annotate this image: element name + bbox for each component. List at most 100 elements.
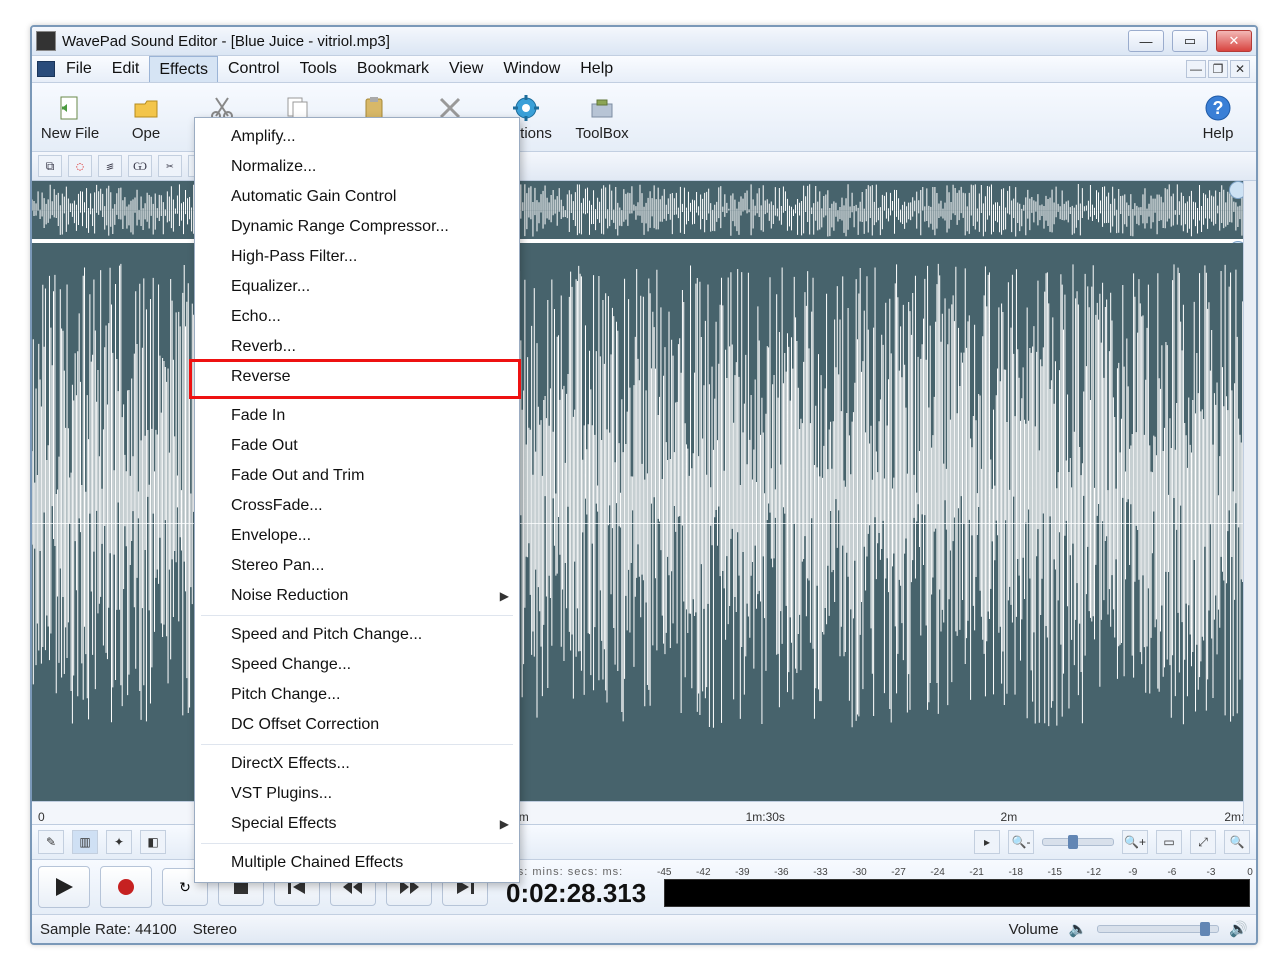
zoom-sel-icon[interactable]: ⤢ (1190, 830, 1216, 854)
toolbox-icon (587, 93, 617, 123)
tool-icon[interactable]: ꠵ (98, 155, 122, 177)
effects-item[interactable]: VST Plugins... (195, 779, 519, 809)
meter-tick: -6 (1167, 867, 1176, 878)
tool-icon[interactable]: ⧉ (38, 155, 62, 177)
meter-tick: -39 (735, 867, 749, 878)
effects-item[interactable]: Special Effects▶ (195, 809, 519, 839)
cursor-tool-icon[interactable]: ✎ (38, 830, 64, 854)
system-menu-icon[interactable] (36, 56, 56, 82)
effects-item[interactable]: Pitch Change... (195, 680, 519, 710)
effects-item[interactable]: Equalizer... (195, 272, 519, 302)
effects-item[interactable]: DC Offset Correction (195, 710, 519, 740)
meter-tick: -3 (1206, 867, 1215, 878)
svg-text:?: ? (1213, 98, 1224, 118)
app-window: WavePad Sound Editor - [Blue Juice - vit… (30, 25, 1258, 945)
menu-help[interactable]: Help (570, 56, 623, 82)
effects-item[interactable]: Reverb... (195, 332, 519, 362)
effects-item[interactable]: Amplify... (195, 122, 519, 152)
title-bar: WavePad Sound Editor - [Blue Juice - vit… (32, 27, 1256, 55)
effects-item[interactable]: High-Pass Filter... (195, 242, 519, 272)
tool-icon[interactable]: ◧ (140, 830, 166, 854)
ruler-tick: 1m:30s (746, 810, 785, 824)
effects-item[interactable]: Normalize... (195, 152, 519, 182)
help-icon: ? (1203, 93, 1233, 123)
tool-icon[interactable]: ◌ (68, 155, 92, 177)
maximize-button[interactable]: ▭ (1172, 30, 1208, 52)
new-icon (55, 93, 85, 123)
effects-item[interactable]: Noise Reduction▶ (195, 581, 519, 611)
zoom-in-icon[interactable]: 🔍+ (1122, 830, 1148, 854)
effects-item[interactable]: Dynamic Range Compressor... (195, 212, 519, 242)
effects-item[interactable]: Fade In (195, 401, 519, 431)
menu-effects[interactable]: Effects (149, 56, 218, 82)
effects-item[interactable]: Automatic Gain Control (195, 182, 519, 212)
menu-bookmark[interactable]: Bookmark (347, 56, 439, 82)
channels: Stereo (193, 921, 237, 938)
help-button[interactable]: ? Help (1188, 86, 1248, 148)
zoom-full-icon[interactable]: 🔍 (1224, 830, 1250, 854)
timecode: hrs: mins: secs: ms: 0:02:28.313 (498, 864, 654, 911)
mute-icon[interactable]: 🔈 (1069, 920, 1088, 938)
meter-tick: -42 (696, 867, 710, 878)
effects-menu-popup[interactable]: Amplify...Normalize...Automatic Gain Con… (194, 117, 520, 883)
open-button[interactable]: Ope (116, 86, 176, 148)
volume-slider[interactable] (1097, 925, 1219, 933)
status-bar: Sample Rate: 44100 Stereo Volume 🔈 🔊 (32, 915, 1256, 943)
mdi-minimize-button[interactable]: — (1186, 60, 1206, 78)
meter-tick: -33 (813, 867, 827, 878)
effects-item[interactable]: Reverse (195, 362, 519, 392)
level-meter: -45-42-39-36-33-30-27-24-21-18-15-12-9-6… (664, 867, 1250, 907)
timecode-value: 0:02:28.313 (506, 878, 646, 909)
menu-control[interactable]: Control (218, 56, 290, 82)
minimize-button[interactable]: — (1128, 30, 1164, 52)
record-button[interactable] (100, 866, 152, 908)
menu-tools[interactable]: Tools (290, 56, 347, 82)
tool-cut-icon[interactable]: ✂ (158, 155, 182, 177)
play-small-icon[interactable]: ▸ (974, 830, 1000, 854)
sample-rate: Sample Rate: 44100 (40, 921, 177, 938)
menu-edit[interactable]: Edit (102, 56, 150, 82)
scrub-tool-icon[interactable]: ✦ (106, 830, 132, 854)
menu-bar: FileEditEffectsControlToolsBookmarkViewW… (32, 55, 1256, 83)
select-tool-icon[interactable]: ▥ (72, 830, 98, 854)
toolbox-button[interactable]: ToolBox (572, 86, 632, 148)
speaker-icon[interactable]: 🔊 (1229, 920, 1248, 938)
zoom-slider[interactable] (1042, 838, 1114, 846)
effects-item[interactable]: Stereo Pan... (195, 551, 519, 581)
submenu-arrow-icon: ▶ (500, 817, 509, 831)
menu-separator (201, 615, 513, 616)
menu-window[interactable]: Window (493, 56, 570, 82)
meter-tick: -36 (774, 867, 788, 878)
volume-label: Volume (1009, 921, 1059, 938)
new-button[interactable]: New File (40, 86, 100, 148)
effects-item[interactable]: Speed Change... (195, 650, 519, 680)
zoom-fit-icon[interactable]: ▭ (1156, 830, 1182, 854)
menu-file[interactable]: File (56, 56, 102, 82)
menu-view[interactable]: View (439, 56, 493, 82)
mdi-restore-button[interactable]: ❐ (1208, 60, 1228, 78)
effects-item[interactable]: Fade Out (195, 431, 519, 461)
effects-item[interactable]: Multiple Chained Effects (195, 848, 519, 878)
meter-tick: -9 (1128, 867, 1137, 878)
ruler-tick: 2m (1001, 810, 1018, 824)
mdi-controls: — ❐ ✕ (1186, 56, 1252, 82)
zoom-out-icon[interactable]: 🔍- (1008, 830, 1034, 854)
close-button[interactable]: ✕ (1216, 30, 1252, 52)
window-title: WavePad Sound Editor - [Blue Juice - vit… (62, 33, 390, 50)
effects-item[interactable]: Fade Out and Trim (195, 461, 519, 491)
meter-tick: -15 (1048, 867, 1062, 878)
meter-tick: -27 (891, 867, 905, 878)
meter-tick: -12 (1087, 867, 1101, 878)
effects-item[interactable]: Speed and Pitch Change... (195, 620, 519, 650)
app-icon (36, 31, 56, 51)
meter-bar (664, 879, 1250, 907)
timecode-label: hrs: mins: secs: ms: (506, 866, 623, 878)
play-button[interactable] (38, 866, 90, 908)
effects-item[interactable]: CrossFade... (195, 491, 519, 521)
effects-item[interactable]: DirectX Effects... (195, 749, 519, 779)
tool-icon[interactable]: Ѡ (128, 155, 152, 177)
effects-item[interactable]: Echo... (195, 302, 519, 332)
mdi-close-button[interactable]: ✕ (1230, 60, 1250, 78)
vertical-scrollbar[interactable] (1243, 181, 1256, 824)
effects-item[interactable]: Envelope... (195, 521, 519, 551)
